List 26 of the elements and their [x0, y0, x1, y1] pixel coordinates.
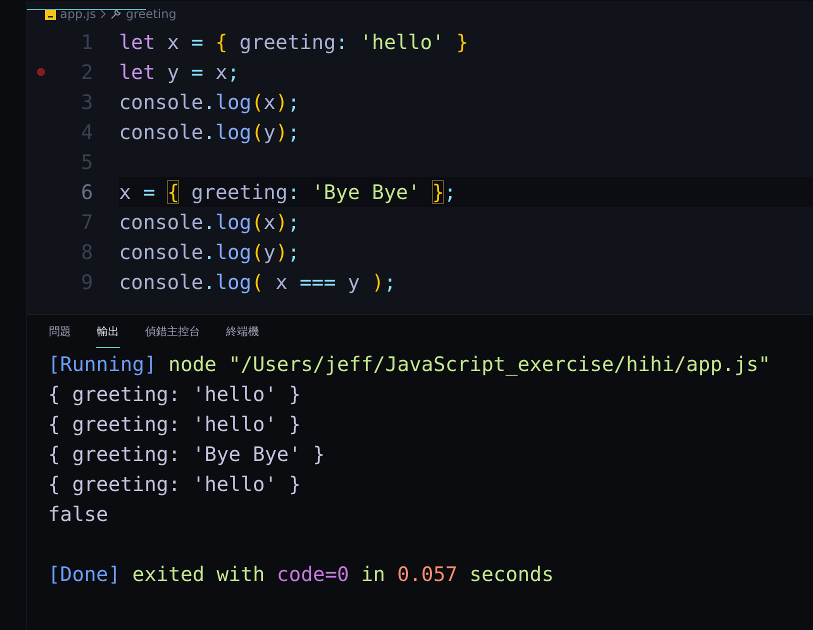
code-line: let y = x; [119, 60, 240, 84]
output-line: { greeting: 'Bye Bye' } [48, 442, 325, 466]
breakpoint-dot[interactable] [37, 68, 45, 76]
javascript-file-icon [45, 8, 56, 20]
panel-tab[interactable]: 偵錯主控台 [144, 315, 201, 348]
output-line: [Running] node "/Users/jeff/JavaScript_exercise/hihi/app.js" [48, 352, 770, 376]
code-line: console.log(x); [119, 90, 300, 114]
panel-tab[interactable]: 輸出 [96, 315, 120, 348]
line-number: 6 [80, 180, 93, 204]
output-line: { greeting: 'hello' } [48, 382, 301, 406]
output-line: { greeting: 'hello' } [48, 412, 301, 436]
code-line: console.log(y); [119, 120, 300, 144]
code-line: console.log(x); [119, 210, 300, 234]
breadcrumb-file[interactable]: app.js [60, 7, 96, 21]
breadcrumb-symbol[interactable]: greeting [126, 7, 176, 21]
code-line: console.log( x === y ); [119, 270, 396, 294]
output-line: { greeting: 'hello' } [48, 472, 301, 496]
code-line: let x = { greeting: 'hello' } [119, 30, 468, 54]
chevron-icon [100, 9, 106, 19]
output-line: [Done] exited with code=0 in 0.057 seconds [48, 562, 554, 586]
code-line: x = { greeting: 'Bye Bye' }; [119, 180, 456, 204]
panel-tab[interactable]: 終端機 [225, 315, 260, 348]
wrench-icon [110, 8, 122, 20]
panel-tab[interactable]: 問題 [48, 315, 72, 348]
code-line: console.log(y); [119, 240, 300, 264]
output-line: false [48, 502, 108, 526]
